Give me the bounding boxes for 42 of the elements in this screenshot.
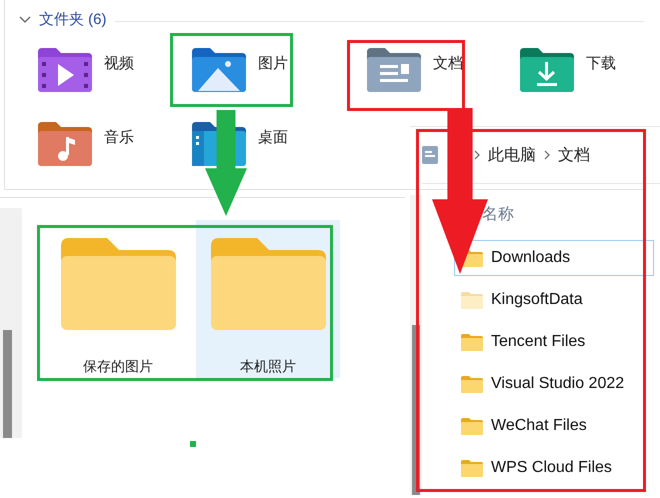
folder-tile[interactable]: 本机照片	[196, 220, 340, 378]
file-name: WPS Cloud Files	[491, 459, 612, 477]
folder-icon	[210, 238, 326, 330]
section-title: 文件夹 (6)	[39, 10, 106, 29]
folder-icon	[461, 418, 483, 434]
music-folder-icon[interactable]	[36, 120, 94, 168]
breadcrumb-item[interactable]: 文档	[558, 144, 590, 166]
file-row[interactable]: WeChat Files	[454, 408, 654, 444]
file-name: Downloads	[491, 249, 570, 267]
chevron-icon[interactable]	[19, 16, 31, 24]
file-row[interactable]: Visual Studio 2022	[454, 366, 654, 402]
mountain-folder-icon[interactable]	[190, 46, 248, 94]
video-folder-icon[interactable]	[36, 46, 94, 94]
folder-label: 图片	[258, 54, 288, 73]
folder-tile[interactable]: 保存的图片	[46, 220, 190, 378]
folder-icon	[461, 376, 483, 392]
folder-label: 保存的图片	[83, 358, 153, 376]
folder-icon	[60, 238, 176, 330]
folder-label: 视频	[104, 54, 134, 73]
folder-label: 音乐	[104, 128, 134, 147]
document-folder-icon[interactable]	[365, 46, 423, 94]
file-name: WeChat Files	[491, 417, 587, 435]
folder-label: 本机照片	[240, 358, 296, 376]
file-row[interactable]: Tencent Files	[454, 324, 654, 360]
document-icon	[422, 146, 438, 164]
folder-icon	[461, 334, 483, 350]
folder-label: 下载	[586, 54, 616, 73]
folder-icon	[461, 460, 483, 476]
breadcrumb-item[interactable]: 此电脑	[488, 144, 536, 166]
folder-icon	[461, 292, 483, 308]
file-row[interactable]: KingsoftData	[454, 282, 654, 318]
scrollbar[interactable]	[0, 208, 22, 438]
file-row[interactable]: WPS Cloud Files	[454, 450, 654, 486]
file-name: Tencent Files	[491, 333, 586, 351]
folder-label: 文档	[433, 54, 463, 73]
column-header[interactable]: 名称	[482, 206, 514, 223]
file-name: KingsoftData	[491, 291, 583, 309]
chevron-right-icon	[544, 150, 550, 160]
file-name: Visual Studio 2022	[491, 375, 624, 393]
folder-label: 桌面	[258, 128, 288, 147]
download-folder-icon[interactable]	[518, 46, 576, 94]
chevron-right-icon	[474, 150, 480, 160]
